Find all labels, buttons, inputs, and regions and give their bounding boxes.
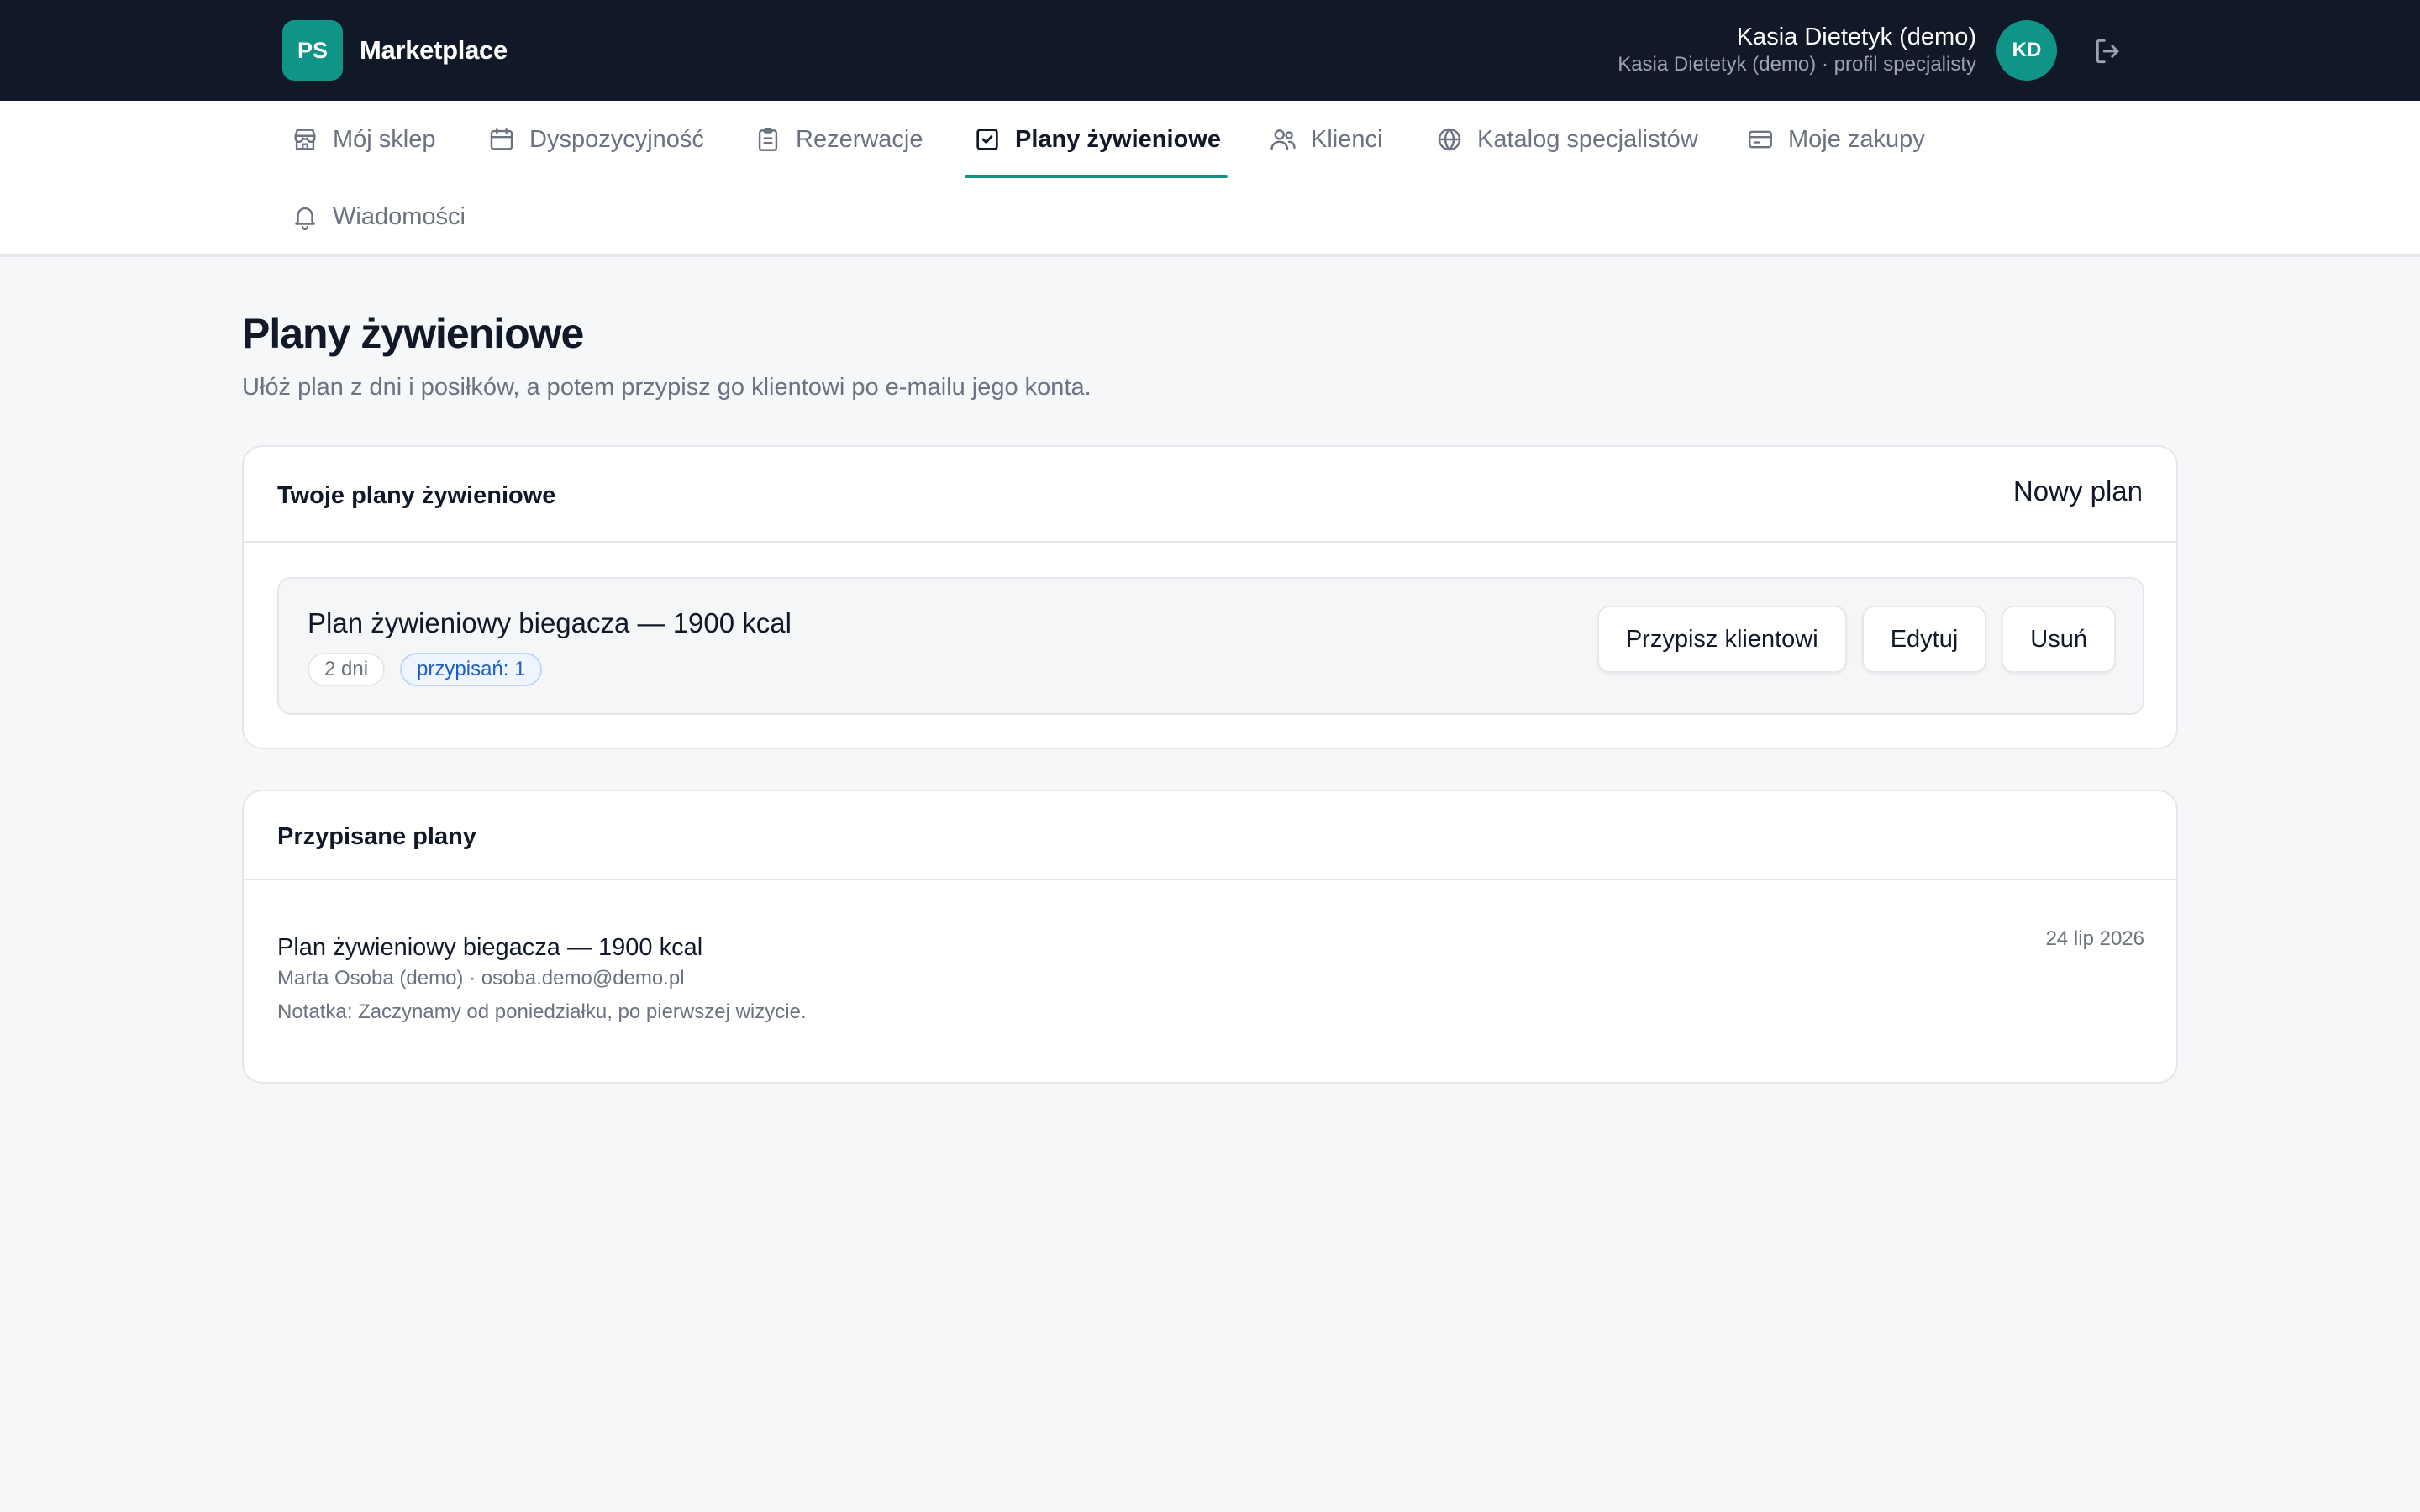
assigned-plan-item: Plan żywieniowy biegacza — 1900 kcal Mar… — [277, 927, 2144, 1025]
card-title: Twoje plany żywieniowe — [277, 482, 556, 509]
main-nav: Mój sklep Dyspozycyjność Rezerwacje Plan… — [0, 101, 2420, 257]
store-icon — [294, 129, 316, 150]
plan-actions: Przypisz klientowi Edytuj Usuń — [1597, 606, 2116, 673]
nav-label: Wiadomości — [333, 202, 466, 230]
plan-name: Plan żywieniowy biegacza — 1900 kcal — [308, 607, 792, 638]
avatar[interactable]: KD — [1996, 20, 2057, 81]
brand-logo: PS — [282, 20, 343, 81]
edit-button[interactable]: Edytuj — [1861, 606, 1987, 673]
globe-icon — [1438, 128, 1461, 151]
card-header: Twoje plany żywieniowe Nowy plan — [244, 447, 2176, 543]
clipboard-icon — [758, 128, 778, 151]
top-bar: PS Marketplace Kasia Dietetyk (demo) Kas… — [0, 0, 2420, 101]
assigned-date: 24 lip 2026 — [2045, 927, 2144, 950]
calendar-icon — [490, 128, 513, 150]
logout-icon[interactable] — [2092, 35, 2124, 67]
days-badge: 2 dni — [308, 653, 386, 686]
user-name: Kasia Dietetyk (demo) — [1736, 24, 1976, 50]
nav-label: Katalog specjalistów — [1477, 125, 1698, 153]
users-icon — [1270, 129, 1296, 150]
new-plan-button[interactable]: Nowy plan — [2013, 475, 2143, 507]
nav-item-specialist-catalog[interactable]: Katalog specjalistów — [1435, 101, 1698, 178]
assigned-plans-card: Przypisane plany Plan żywieniowy biegacz… — [242, 790, 2178, 1084]
nav-item-reservations[interactable]: Rezerwacje — [754, 101, 923, 178]
assigned-plan-name: Plan żywieniowy biegacza — 1900 kcal — [277, 934, 703, 961]
page-subtitle: Ułóż plan z dni i posiłków, a potem przy… — [242, 374, 1092, 401]
nav-label: Moje zakupy — [1788, 125, 1925, 153]
nav-label: Rezerwacje — [796, 125, 923, 153]
nav-label: Mój sklep — [333, 125, 436, 153]
nav-label: Plany żywieniowe — [1015, 125, 1221, 153]
checkbox-icon — [976, 129, 998, 150]
brand[interactable]: PS Marketplace — [282, 20, 508, 81]
assign-client-button[interactable]: Przypisz klientowi — [1597, 606, 1847, 673]
nav-item-clients[interactable]: Klienci — [1269, 101, 1382, 178]
page-title: Plany żywieniowe — [242, 310, 584, 357]
nav-item-availability[interactable]: Dyspozycyjność — [487, 101, 704, 178]
brand-name: Marketplace — [360, 35, 508, 65]
nav-item-shop[interactable]: Mój sklep — [291, 101, 436, 178]
credit-card-icon — [1749, 130, 1772, 149]
assigned-client: Marta Osoba (demo) · osoba.demo@demo.pl — [277, 967, 685, 990]
card-title: Przypisane plany — [277, 823, 476, 850]
user-subtitle: Kasia Dietetyk (demo) · profil specjalis… — [1618, 53, 1976, 76]
delete-button[interactable]: Usuń — [2002, 606, 2116, 673]
assigned-count-badge: przypisań: 1 — [400, 653, 543, 686]
plan-badges: 2 dni przypisań: 1 — [308, 653, 543, 686]
nav-item-messages[interactable]: Wiadomości — [291, 178, 466, 255]
user-info: Kasia Dietetyk (demo) Kasia Dietetyk (de… — [1618, 22, 1976, 77]
card-header: Przypisane plany — [244, 791, 2176, 880]
nav-item-meal-plans[interactable]: Plany żywieniowe — [965, 101, 1228, 178]
nav-item-my-purchases[interactable]: Moje zakupy — [1746, 101, 1925, 178]
plan-row: Plan żywieniowy biegacza — 1900 kcal 2 d… — [277, 577, 2144, 715]
meal-plans-card: Twoje plany żywieniowe Nowy plan Plan ży… — [242, 445, 2178, 749]
nav-label: Dyspozycyjność — [529, 125, 704, 153]
bell-icon — [295, 207, 315, 231]
nav-label: Klienci — [1311, 125, 1383, 153]
assigned-note: Notatka: Zaczynamy od poniedziałku, po p… — [277, 1000, 807, 1023]
